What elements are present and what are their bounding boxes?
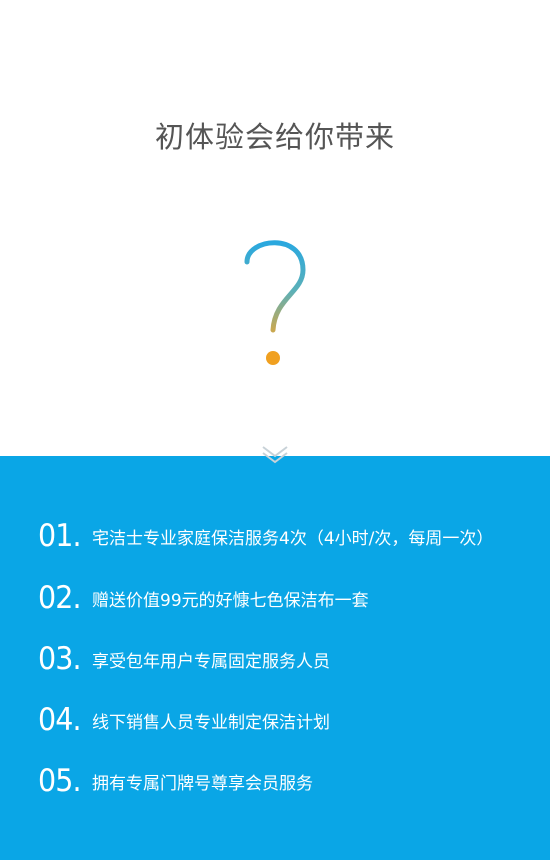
double-chevron-down-icon [255, 446, 295, 471]
benefit-text: 赠送价值99元的好慷七色保洁布一套 [92, 590, 369, 611]
benefit-number: 05. [38, 763, 82, 799]
benefit-number: 02. [38, 580, 82, 616]
benefit-item-1: 01. 宅洁士专业家庭保洁服务4次（4小时/次，每周一次） [38, 514, 550, 558]
benefit-number: 04. [38, 702, 82, 738]
benefit-text: 拥有专属门牌号尊享会员服务 [92, 773, 313, 794]
benefit-number: 01. [38, 518, 82, 554]
benefit-item-3: 03. 享受包年用户专属固定服务人员 [38, 637, 550, 681]
question-mark-icon [244, 240, 306, 365]
intro-section: 初体验会给你带来 [0, 0, 550, 456]
benefit-item-4: 04. 线下销售人员专业制定保洁计划 [38, 698, 550, 742]
benefit-item-5: 05. 拥有专属门牌号尊享会员服务 [38, 759, 550, 803]
benefit-text: 线下销售人员专业制定保洁计划 [92, 712, 330, 733]
benefit-text: 享受包年用户专属固定服务人员 [92, 651, 330, 672]
benefit-text: 宅洁士专业家庭保洁服务4次（4小时/次，每周一次） [92, 528, 494, 549]
page-title: 初体验会给你带来 [154, 120, 395, 154]
benefit-item-2: 02. 赠送价值99元的好慷七色保洁布一套 [38, 576, 550, 620]
benefit-number: 03. [38, 641, 82, 677]
